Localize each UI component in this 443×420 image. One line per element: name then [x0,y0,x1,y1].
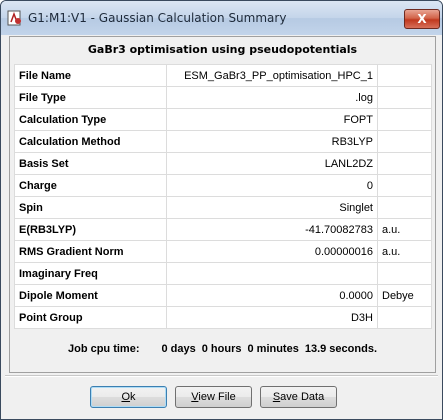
row-value: .log [166,86,378,109]
table-row: E(RB3LYP) -41.70082783 a.u. [14,218,432,241]
row-label: Point Group [14,306,167,329]
job-cpu-hours: 0 hours [201,343,242,355]
row-value: FOPT [166,108,378,131]
view-file-label: iew File [198,391,236,403]
ok-label: k [130,391,136,403]
summary-window: G1:M1:V1 - Gaussian Calculation Summary … [0,0,443,420]
ok-mnemonic: O [121,391,131,403]
title-bar[interactable]: G1:M1:V1 - Gaussian Calculation Summary … [1,1,442,35]
table-row: Point Group D3H [14,306,432,329]
table-row: File Type .log [14,86,432,109]
row-unit [377,306,432,329]
row-value: 0.0000 [166,284,378,307]
row-unit: a.u. [377,240,432,263]
row-value: D3H [166,306,378,329]
row-label: E(RB3LYP) [14,218,167,241]
table-row: RMS Gradient Norm 0.00000016 a.u. [14,240,432,263]
summary-panel: GaBr3 optimisation using pseudopotential… [9,36,436,373]
row-unit [377,174,432,197]
row-label: RMS Gradient Norm [14,240,167,263]
row-value: Singlet [166,196,378,219]
row-unit [377,64,432,87]
table-row: Calculation Method RB3LYP [14,130,432,153]
table-row: Charge 0 [14,174,432,197]
close-icon: X [417,12,427,26]
row-label: Spin [14,196,167,219]
job-cpu-minutes: 0 minutes [247,343,299,355]
row-unit [377,262,432,285]
row-label: Dipole Moment [14,284,167,307]
table-row: File Name ESM_GaBr3_PP_optimisation_HPC_1 [14,64,432,87]
ok-button[interactable]: Ok [90,386,167,408]
row-unit [377,196,432,219]
summary-title: GaBr3 optimisation using pseudopotential… [87,43,358,56]
job-cpu-days: 0 days [161,343,196,355]
row-label: Basis Set [14,152,167,175]
row-label: Charge [14,174,167,197]
gaussian-app-icon [7,10,21,26]
table-row: Dipole Moment 0.0000 Debye [14,284,432,307]
save-data-button[interactable]: Save Data [260,386,337,408]
row-value [166,262,378,285]
window-title: G1:M1:V1 - Gaussian Calculation Summary [28,11,287,25]
save-data-label: ave Data [280,391,325,403]
row-label: File Name [14,64,167,87]
table-row: Spin Singlet [14,196,432,219]
job-cpu-seconds: 13.9 seconds. [304,343,377,355]
row-value: -41.70082783 [166,218,378,241]
row-unit [377,130,432,153]
row-unit [377,152,432,175]
row-value: 0.00000016 [166,240,378,263]
table-row: Basis Set LANL2DZ [14,152,432,175]
job-cpu-time: Job cpu time: 0 days 0 hours 0 minutes 13.9 … [10,343,435,355]
row-unit [377,108,432,131]
table-row: Calculation Type FOPT [14,108,432,131]
table-row: Imaginary Freq [14,262,432,285]
row-label: Calculation Method [14,130,167,153]
row-label: Imaginary Freq [14,262,167,285]
row-value: RB3LYP [166,130,378,153]
separator [5,375,438,377]
row-label: File Type [14,86,167,109]
row-label: Calculation Type [14,108,167,131]
row-value: 0 [166,174,378,197]
row-unit: Debye [377,284,432,307]
view-file-button[interactable]: View File [175,386,252,408]
job-cpu-label: Job cpu time: [67,343,140,355]
row-unit [377,86,432,109]
summary-table: File Name ESM_GaBr3_PP_optimisation_HPC_1… [14,64,432,329]
row-unit: a.u. [377,218,432,241]
row-value: LANL2DZ [166,152,378,175]
row-value: ESM_GaBr3_PP_optimisation_HPC_1 [166,64,378,87]
close-button[interactable]: X [404,9,440,29]
